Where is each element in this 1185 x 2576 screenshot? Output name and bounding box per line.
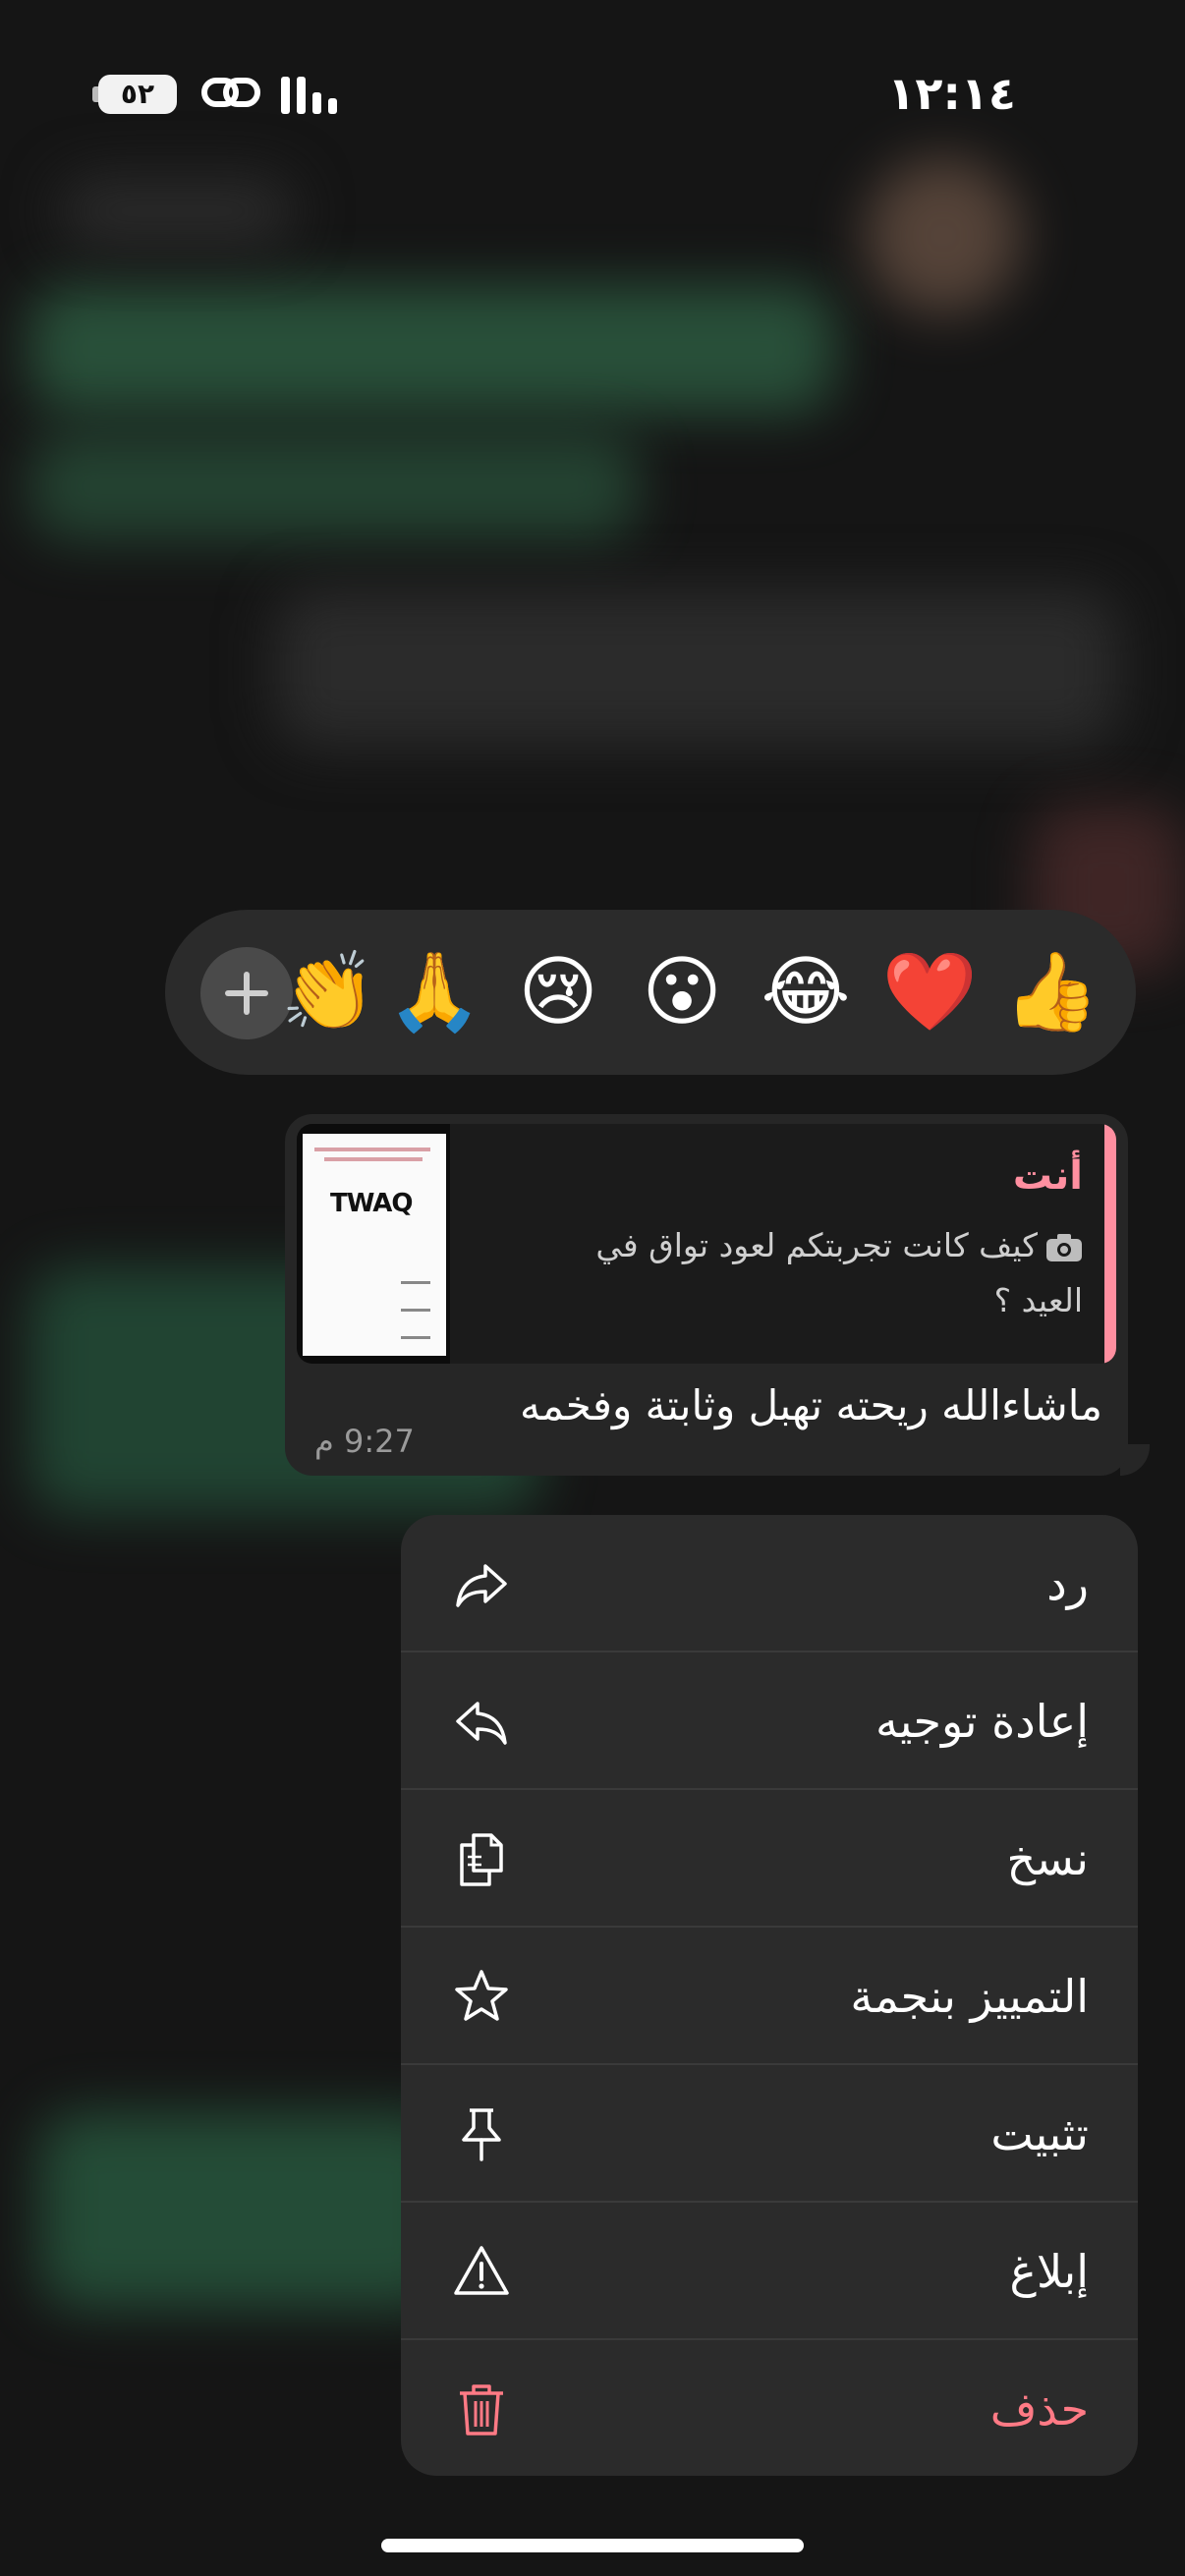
trash-icon (460, 2384, 503, 2436)
blurred-message (275, 589, 1120, 747)
reaction-crying[interactable]: 😢 (499, 933, 617, 1051)
home-indicator[interactable] (381, 2539, 804, 2552)
reaction-clapping[interactable]: 👏 (269, 933, 387, 1051)
reaction-heart[interactable]: ❤️ (871, 933, 988, 1051)
reaction-praying[interactable]: 🙏 (375, 933, 493, 1051)
link-icon (201, 78, 260, 107)
battery-indicator: ٥٢ (98, 75, 177, 114)
menu-label-reply: رد (1046, 1557, 1089, 1610)
blurred-message (39, 2112, 452, 2309)
menu-item-star[interactable]: التمييز بنجمة (401, 1928, 1138, 2065)
menu-label-report: إبلاغ (1009, 2245, 1089, 2298)
menu-item-forward[interactable]: إعادة توجيه (401, 1652, 1138, 1790)
quote-thumbnail: TWAQ (297, 1124, 450, 1364)
copy-icon (460, 1833, 503, 1886)
quote-text: كيف كانت تجربتكم لعود تواق في العيد ؟ (595, 1226, 1083, 1319)
message-bubble[interactable]: TWAQ أنت كيف كانت تجربتكم لعود تواق في ا… (285, 1114, 1128, 1476)
quote-accent-bar (1104, 1124, 1116, 1364)
warning-icon (454, 2246, 509, 2295)
quote-sender-name: أنت (1012, 1153, 1083, 1199)
camera-icon (1046, 1233, 1082, 1261)
blurred-message (29, 285, 835, 413)
status-bar: ٥٢ ١٢:١٤ (0, 59, 1185, 138)
message-context-menu: رد إعادة توجيه نسخ التمييز بنجمة تثبيت إ… (401, 1515, 1138, 2476)
menu-item-delete[interactable]: حذف (401, 2340, 1138, 2476)
menu-item-report[interactable]: إبلاغ (401, 2203, 1138, 2340)
thumbnail-text-line (401, 1281, 430, 1284)
reply-icon (456, 1564, 507, 1607)
thumbnail-heading-line (314, 1148, 430, 1151)
blurred-message (29, 432, 639, 540)
thumbnail-text-line (401, 1336, 430, 1339)
thumbnail-logo: TWAQ (330, 1189, 413, 1218)
blurred-avatar (865, 157, 1022, 314)
reaction-thumbs-up[interactable]: 👍 (992, 933, 1110, 1051)
plus-icon (225, 972, 268, 1015)
thumbnail-heading-line (324, 1157, 423, 1161)
reactions-bar: 👍 ❤️ 😂 😮 😢 🙏 👏 (165, 910, 1136, 1075)
forward-icon (456, 1702, 507, 1745)
signal-icon (281, 77, 337, 114)
menu-item-reply[interactable]: رد (401, 1515, 1138, 1652)
message-text: ماشاءالله ريحته تهبل وثابتة وفخمه (519, 1381, 1102, 1429)
thumbnail-text-line (401, 1309, 430, 1312)
message-timestamp: 9:27 م (314, 1423, 415, 1460)
menu-label-star: التمييز بنجمة (850, 1970, 1089, 2023)
menu-label-forward: إعادة توجيه (875, 1695, 1089, 1748)
blurred-header (59, 177, 295, 246)
menu-label-pin: تثبيت (990, 2107, 1089, 2160)
pin-icon (462, 2108, 501, 2161)
reaction-surprised[interactable]: 😮 (623, 933, 741, 1051)
thumbnail-document: TWAQ (303, 1134, 446, 1356)
reaction-laughing[interactable]: 😂 (747, 933, 865, 1051)
quoted-message[interactable]: TWAQ أنت كيف كانت تجربتكم لعود تواق في ا… (297, 1124, 1116, 1364)
status-time: ١٢:١٤ (887, 67, 1016, 120)
menu-label-delete: حذف (989, 2382, 1089, 2436)
quote-text-wrapper: كيف كانت تجربتكم لعود تواق في العيد ؟ (533, 1218, 1083, 1328)
menu-label-copy: نسخ (1006, 1832, 1089, 1885)
star-icon (455, 1970, 508, 2021)
menu-item-copy[interactable]: نسخ (401, 1790, 1138, 1928)
menu-item-pin[interactable]: تثبيت (401, 2065, 1138, 2203)
